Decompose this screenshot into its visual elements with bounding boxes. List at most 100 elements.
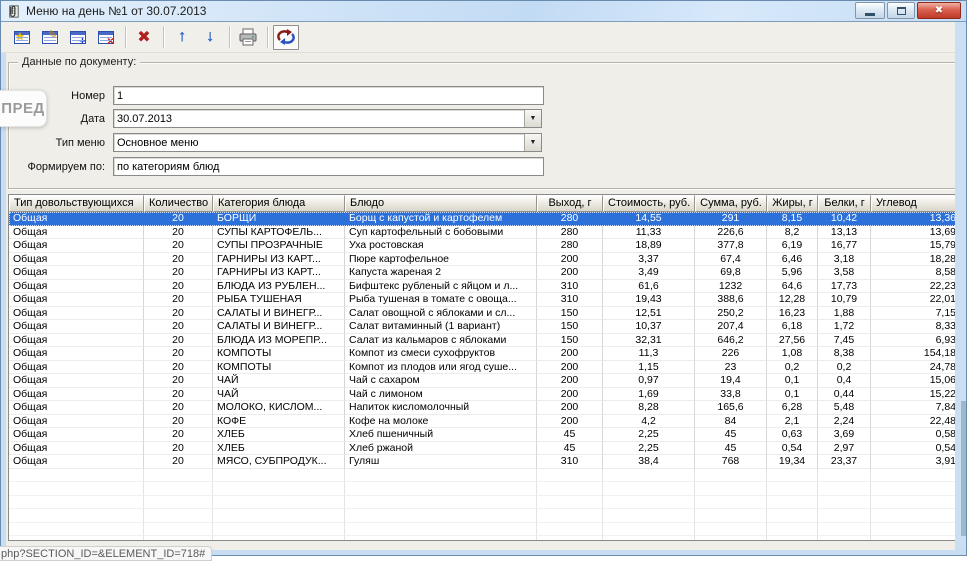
cell-type[interactable]: Общая — [9, 361, 144, 375]
cell-protein[interactable]: 0,4 — [818, 374, 871, 388]
cell-carb[interactable]: 13,69 — [871, 226, 956, 240]
close-button[interactable]: ✖ — [917, 2, 961, 19]
cell-protein[interactable]: 10,79 — [818, 293, 871, 307]
move-down-button[interactable]: ↓ — [197, 25, 223, 50]
cell-price[interactable]: 61,6 — [603, 280, 695, 294]
column-header-protein[interactable]: Белки, г — [818, 195, 871, 212]
cell-dish[interactable]: Уха ростовская — [345, 239, 537, 253]
cell-qty[interactable]: 20 — [144, 388, 213, 402]
delete-button[interactable]: ✖ — [131, 25, 157, 50]
cell-type[interactable]: Общая — [9, 293, 144, 307]
cell-type[interactable]: Общая — [9, 401, 144, 415]
cell-price[interactable]: 18,89 — [603, 239, 695, 253]
cell-type[interactable]: Общая — [9, 320, 144, 334]
cell-out[interactable]: 45 — [537, 428, 603, 442]
cell-qty[interactable]: 20 — [144, 401, 213, 415]
cell-protein[interactable]: 16,77 — [818, 239, 871, 253]
cell-type[interactable]: Общая — [9, 266, 144, 280]
cell-sum[interactable]: 768 — [695, 455, 767, 469]
cell-fat[interactable]: 27,56 — [767, 334, 818, 348]
cell-sum[interactable]: 69,8 — [695, 266, 767, 280]
cell-out[interactable]: 280 — [537, 239, 603, 253]
cell-type[interactable]: Общая — [9, 280, 144, 294]
cell-sum[interactable]: 19,4 — [695, 374, 767, 388]
cell-dish[interactable]: Суп картофельный с бобовыми — [345, 226, 537, 240]
edit-document-button[interactable]: ✎ — [37, 25, 63, 50]
column-header-type[interactable]: Тип довольствующихся — [9, 195, 144, 212]
cell-out[interactable]: 200 — [537, 361, 603, 375]
cell-category[interactable]: СУПЫ КАРТОФЕЛЬ... — [213, 226, 345, 240]
cell-sum[interactable]: 646,2 — [695, 334, 767, 348]
cell-out[interactable]: 150 — [537, 307, 603, 321]
date-dropdown-button[interactable]: ▼ — [524, 110, 541, 127]
cell-qty[interactable]: 20 — [144, 239, 213, 253]
cell-type[interactable]: Общая — [9, 347, 144, 361]
column-header-qty[interactable]: Количество — [144, 195, 213, 212]
cell-out[interactable]: 200 — [537, 415, 603, 429]
cell-dish[interactable]: Капуста жареная 2 — [345, 266, 537, 280]
table-row[interactable]: Общая20КОМПОТЫКомпот из смеси сухофрукто… — [9, 347, 956, 361]
cell-out[interactable]: 280 — [537, 226, 603, 240]
cell-category[interactable]: ХЛЕБ — [213, 428, 345, 442]
cell-carb[interactable]: 7,84 — [871, 401, 956, 415]
cell-carb[interactable]: 15,22 — [871, 388, 956, 402]
cell-category[interactable]: ЧАЙ — [213, 374, 345, 388]
table-row[interactable]: Общая20РЫБА ТУШЕНАЯРыба тушеная в томате… — [9, 293, 956, 307]
cell-dish[interactable]: Пюре картофельное — [345, 253, 537, 267]
cell-type[interactable]: Общая — [9, 212, 144, 226]
cell-category[interactable]: ГАРНИРЫ ИЗ КАРТ... — [213, 266, 345, 280]
cell-price[interactable]: 38,4 — [603, 455, 695, 469]
cell-qty[interactable]: 20 — [144, 361, 213, 375]
create-document-button[interactable]: ★ — [9, 25, 35, 50]
cell-protein[interactable]: 23,37 — [818, 455, 871, 469]
cell-price[interactable]: 1,15 — [603, 361, 695, 375]
cell-price[interactable]: 8,28 — [603, 401, 695, 415]
cell-fat[interactable]: 64,6 — [767, 280, 818, 294]
cell-qty[interactable]: 20 — [144, 442, 213, 456]
cell-fat[interactable]: 8,2 — [767, 226, 818, 240]
cell-qty[interactable]: 20 — [144, 266, 213, 280]
cell-qty[interactable]: 20 — [144, 334, 213, 348]
table-row[interactable]: Общая20САЛАТЫ И ВИНЕГР...Салат овощной с… — [9, 307, 956, 321]
cell-dish[interactable]: Рыба тушеная в томате с овоща... — [345, 293, 537, 307]
cell-sum[interactable]: 226 — [695, 347, 767, 361]
cell-type[interactable]: Общая — [9, 253, 144, 267]
cell-qty[interactable]: 20 — [144, 415, 213, 429]
table-row[interactable]: Общая20ЧАЙЧай с сахаром2000,9719,40,10,4… — [9, 374, 956, 388]
cell-out[interactable]: 150 — [537, 320, 603, 334]
cell-protein[interactable]: 2,97 — [818, 442, 871, 456]
cell-carb[interactable]: 24,78 — [871, 361, 956, 375]
maximize-button[interactable] — [887, 2, 915, 19]
cell-protein[interactable]: 7,45 — [818, 334, 871, 348]
cell-protein[interactable]: 1,88 — [818, 307, 871, 321]
cell-type[interactable]: Общая — [9, 415, 144, 429]
add-row-button[interactable]: + — [65, 25, 91, 50]
cell-protein[interactable]: 1,72 — [818, 320, 871, 334]
cell-sum[interactable]: 45 — [695, 428, 767, 442]
date-input[interactable] — [114, 110, 524, 127]
cell-type[interactable]: Общая — [9, 226, 144, 240]
cell-dish[interactable]: Борщ с капустой и картофелем — [345, 212, 537, 226]
cell-type[interactable]: Общая — [9, 239, 144, 253]
cell-carb[interactable]: 154,18 — [871, 347, 956, 361]
column-header-carb[interactable]: Углевод — [871, 195, 956, 212]
cell-sum[interactable]: 33,8 — [695, 388, 767, 402]
cell-category[interactable]: ГАРНИРЫ ИЗ КАРТ... — [213, 253, 345, 267]
cell-price[interactable]: 4,2 — [603, 415, 695, 429]
menu-type-combobox[interactable]: ▼ — [113, 133, 542, 152]
cell-carb[interactable]: 3,91 — [871, 455, 956, 469]
table-row[interactable]: Общая20БЛЮДА ИЗ МОРЕПР...Салат из кальма… — [9, 334, 956, 348]
cell-dish[interactable]: Салат овощной с яблоками и сл... — [345, 307, 537, 321]
cell-type[interactable]: Общая — [9, 388, 144, 402]
cell-out[interactable]: 150 — [537, 334, 603, 348]
cell-carb[interactable]: 15,06 — [871, 374, 956, 388]
table-row[interactable]: Общая20ЧАЙЧай с лимоном2001,6933,80,10,4… — [9, 388, 956, 402]
cell-sum[interactable]: 1232 — [695, 280, 767, 294]
cell-fat[interactable]: 0,63 — [767, 428, 818, 442]
table-row[interactable]: Общая20ГАРНИРЫ ИЗ КАРТ...Пюре картофельн… — [9, 253, 956, 267]
cell-protein[interactable]: 3,18 — [818, 253, 871, 267]
cell-dish[interactable]: Чай с сахаром — [345, 374, 537, 388]
cell-qty[interactable]: 20 — [144, 293, 213, 307]
cell-protein[interactable]: 0,44 — [818, 388, 871, 402]
cell-protein[interactable]: 8,38 — [818, 347, 871, 361]
